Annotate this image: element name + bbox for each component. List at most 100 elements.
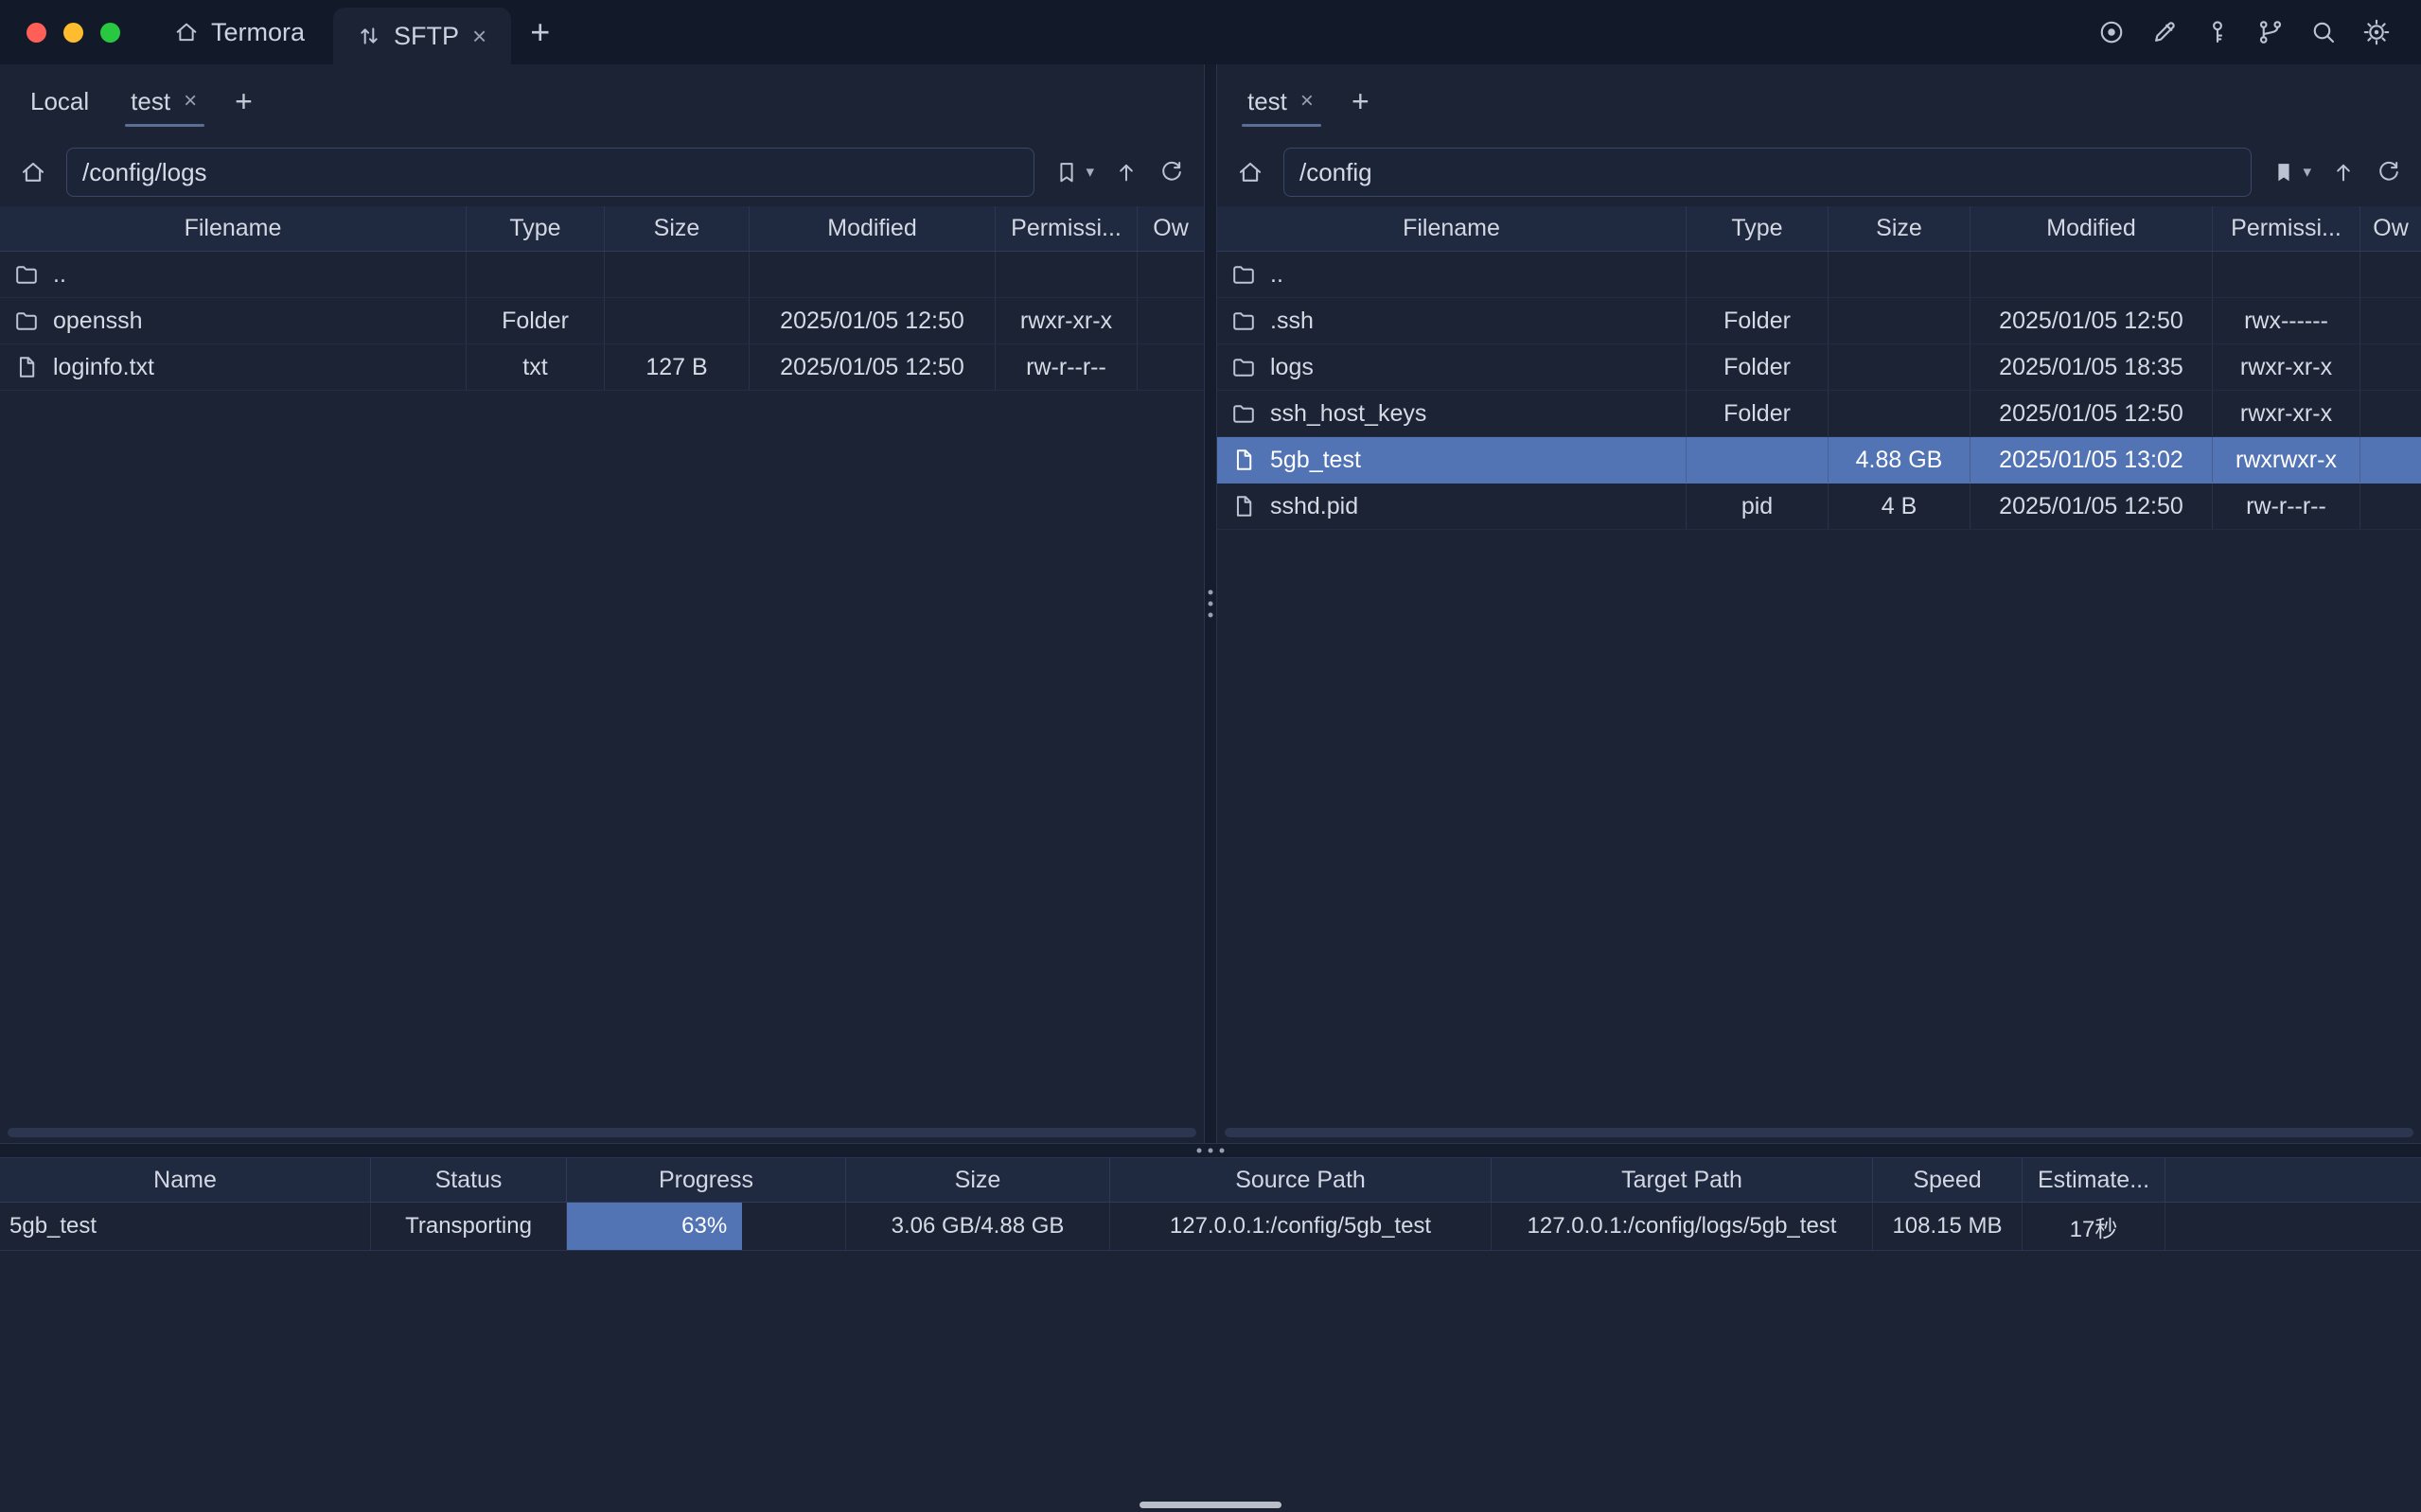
bottom-scrollbar[interactable]: [1140, 1502, 1281, 1508]
close-tab-icon[interactable]: ×: [1299, 90, 1316, 113]
close-tab-icon[interactable]: ×: [470, 24, 488, 48]
file-owner: [2360, 344, 2421, 390]
right-path-input[interactable]: [1283, 148, 2252, 197]
file-row[interactable]: ssh_host_keys Folder 2025/01/05 12:50 rw…: [1217, 391, 2421, 437]
home-icon[interactable]: [1236, 158, 1264, 186]
file-size: [1829, 252, 1970, 297]
column-header-permissions[interactable]: Permissi...: [2213, 206, 2360, 251]
column-header-speed[interactable]: Speed: [1873, 1158, 2023, 1202]
column-header-filename[interactable]: Filename: [1217, 206, 1687, 251]
file-row-selected[interactable]: 5gb_test 4.88 GB 2025/01/05 13:02 rwxrwx…: [1217, 437, 2421, 483]
add-connection-tab-button[interactable]: +: [1336, 64, 1385, 138]
column-header-permissions[interactable]: Permissi...: [996, 206, 1138, 251]
column-header-owner[interactable]: Ow: [1138, 206, 1204, 251]
tab-test-right[interactable]: test ×: [1227, 64, 1336, 138]
file-row[interactable]: .ssh Folder 2025/01/05 12:50 rwx------: [1217, 298, 2421, 344]
left-path-bar: ▾: [0, 138, 1204, 206]
bookmark-control[interactable]: ▾: [1053, 159, 1094, 185]
zoom-window-button[interactable]: [100, 23, 120, 43]
refresh-icon[interactable]: [2376, 159, 2402, 185]
column-header-owner[interactable]: Ow: [2360, 206, 2421, 251]
transfer-progress-label: 63%: [681, 1213, 727, 1239]
add-connection-tab-button[interactable]: +: [220, 64, 268, 138]
file-type: Folder: [1687, 298, 1829, 343]
bookmark-control[interactable]: ▾: [2271, 159, 2311, 185]
left-path-input[interactable]: [66, 148, 1034, 197]
column-header-name[interactable]: Name: [0, 1158, 371, 1202]
refresh-icon[interactable]: [1158, 159, 1185, 185]
file-row[interactable]: sshd.pid pid 4 B 2025/01/05 12:50 rw-r--…: [1217, 483, 2421, 530]
close-tab-icon[interactable]: ×: [182, 90, 199, 113]
tab-sftp-label: SFTP: [394, 22, 459, 51]
file-permissions: rwxr-xr-x: [2213, 344, 2360, 390]
file-size: [605, 252, 750, 297]
tab-test-left[interactable]: test ×: [110, 64, 220, 138]
pane-splitter[interactable]: [1204, 64, 1217, 1143]
folder-icon: [13, 308, 40, 334]
left-pane-tabs: Local test × +: [0, 64, 1204, 138]
sftp-dual-pane: Local test × + ▾ Filename: [0, 64, 2421, 1143]
column-header-source-path[interactable]: Source Path: [1110, 1158, 1492, 1202]
file-size: [1829, 298, 1970, 343]
file-row[interactable]: openssh Folder 2025/01/05 12:50 rwxr-xr-…: [0, 298, 1204, 344]
home-icon[interactable]: [19, 158, 47, 186]
tab-termora[interactable]: Termora: [145, 0, 333, 64]
titlebar: Termora SFTP × +: [0, 0, 2421, 64]
file-permissions: rwxr-xr-x: [996, 298, 1138, 343]
file-row[interactable]: ..: [1217, 252, 2421, 298]
column-header-filename[interactable]: Filename: [0, 206, 467, 251]
column-header-size[interactable]: Size: [605, 206, 750, 251]
transfer-row[interactable]: 5gb_test Transporting 63% 3.06 GB/4.88 G…: [0, 1203, 2421, 1251]
transfer-name: 5gb_test: [0, 1203, 371, 1250]
chevron-down-icon[interactable]: ▾: [2303, 163, 2311, 182]
bookmark-filled-icon[interactable]: [2271, 159, 2297, 185]
record-icon[interactable]: [2097, 18, 2126, 46]
file-size: [605, 298, 750, 343]
file-row[interactable]: logs Folder 2025/01/05 18:35 rwxr-xr-x: [1217, 344, 2421, 391]
column-header-estimate[interactable]: Estimate...: [2023, 1158, 2165, 1202]
git-branch-icon[interactable]: [2256, 18, 2285, 46]
settings-gear-icon[interactable]: [2362, 18, 2391, 46]
column-header-progress[interactable]: Progress: [567, 1158, 846, 1202]
horizontal-scrollbar[interactable]: [8, 1128, 1196, 1137]
column-header-type[interactable]: Type: [467, 206, 605, 251]
key-icon[interactable]: [2203, 18, 2232, 46]
close-window-button[interactable]: [27, 23, 46, 43]
new-tab-button[interactable]: +: [511, 0, 569, 64]
search-icon[interactable]: [2309, 18, 2338, 46]
tab-termora-label: Termora: [211, 18, 305, 47]
right-path-bar: ▾: [1217, 138, 2421, 206]
file-modified: [750, 252, 996, 297]
file-permissions: [996, 252, 1138, 297]
column-header-modified[interactable]: Modified: [1970, 206, 2213, 251]
file-modified: 2025/01/05 12:50: [1970, 391, 2213, 436]
transfer-size: 3.06 GB/4.88 GB: [846, 1203, 1110, 1250]
column-header-size[interactable]: Size: [846, 1158, 1110, 1202]
file-name: ..: [53, 261, 66, 289]
tab-sftp[interactable]: SFTP ×: [333, 8, 511, 64]
left-pane: Local test × + ▾ Filename: [0, 64, 1204, 1143]
file-row[interactable]: ..: [0, 252, 1204, 298]
tab-local[interactable]: Local: [9, 64, 110, 138]
transfers-splitter[interactable]: [0, 1143, 2421, 1158]
column-header-modified[interactable]: Modified: [750, 206, 996, 251]
horizontal-scrollbar[interactable]: [1225, 1128, 2413, 1137]
edit-icon[interactable]: [2150, 18, 2179, 46]
file-modified: 2025/01/05 12:50: [750, 298, 996, 343]
chevron-down-icon[interactable]: ▾: [1086, 163, 1094, 182]
transfer-speed: 108.15 MB: [1873, 1203, 2023, 1250]
file-permissions: rw-r--r--: [2213, 483, 2360, 529]
file-owner: [1138, 344, 1204, 390]
file-icon: [13, 354, 40, 380]
parent-directory-icon[interactable]: [2330, 159, 2357, 185]
file-row[interactable]: loginfo.txt txt 127 B 2025/01/05 12:50 r…: [0, 344, 1204, 391]
parent-directory-icon[interactable]: [1113, 159, 1140, 185]
column-header-size[interactable]: Size: [1829, 206, 1970, 251]
minimize-window-button[interactable]: [63, 23, 83, 43]
bookmark-icon[interactable]: [1053, 159, 1080, 185]
column-header-status[interactable]: Status: [371, 1158, 567, 1202]
transfers-empty-area: [0, 1251, 2421, 1512]
column-header-target-path[interactable]: Target Path: [1492, 1158, 1873, 1202]
column-header-type[interactable]: Type: [1687, 206, 1829, 251]
header-filler: [2165, 1158, 2421, 1202]
